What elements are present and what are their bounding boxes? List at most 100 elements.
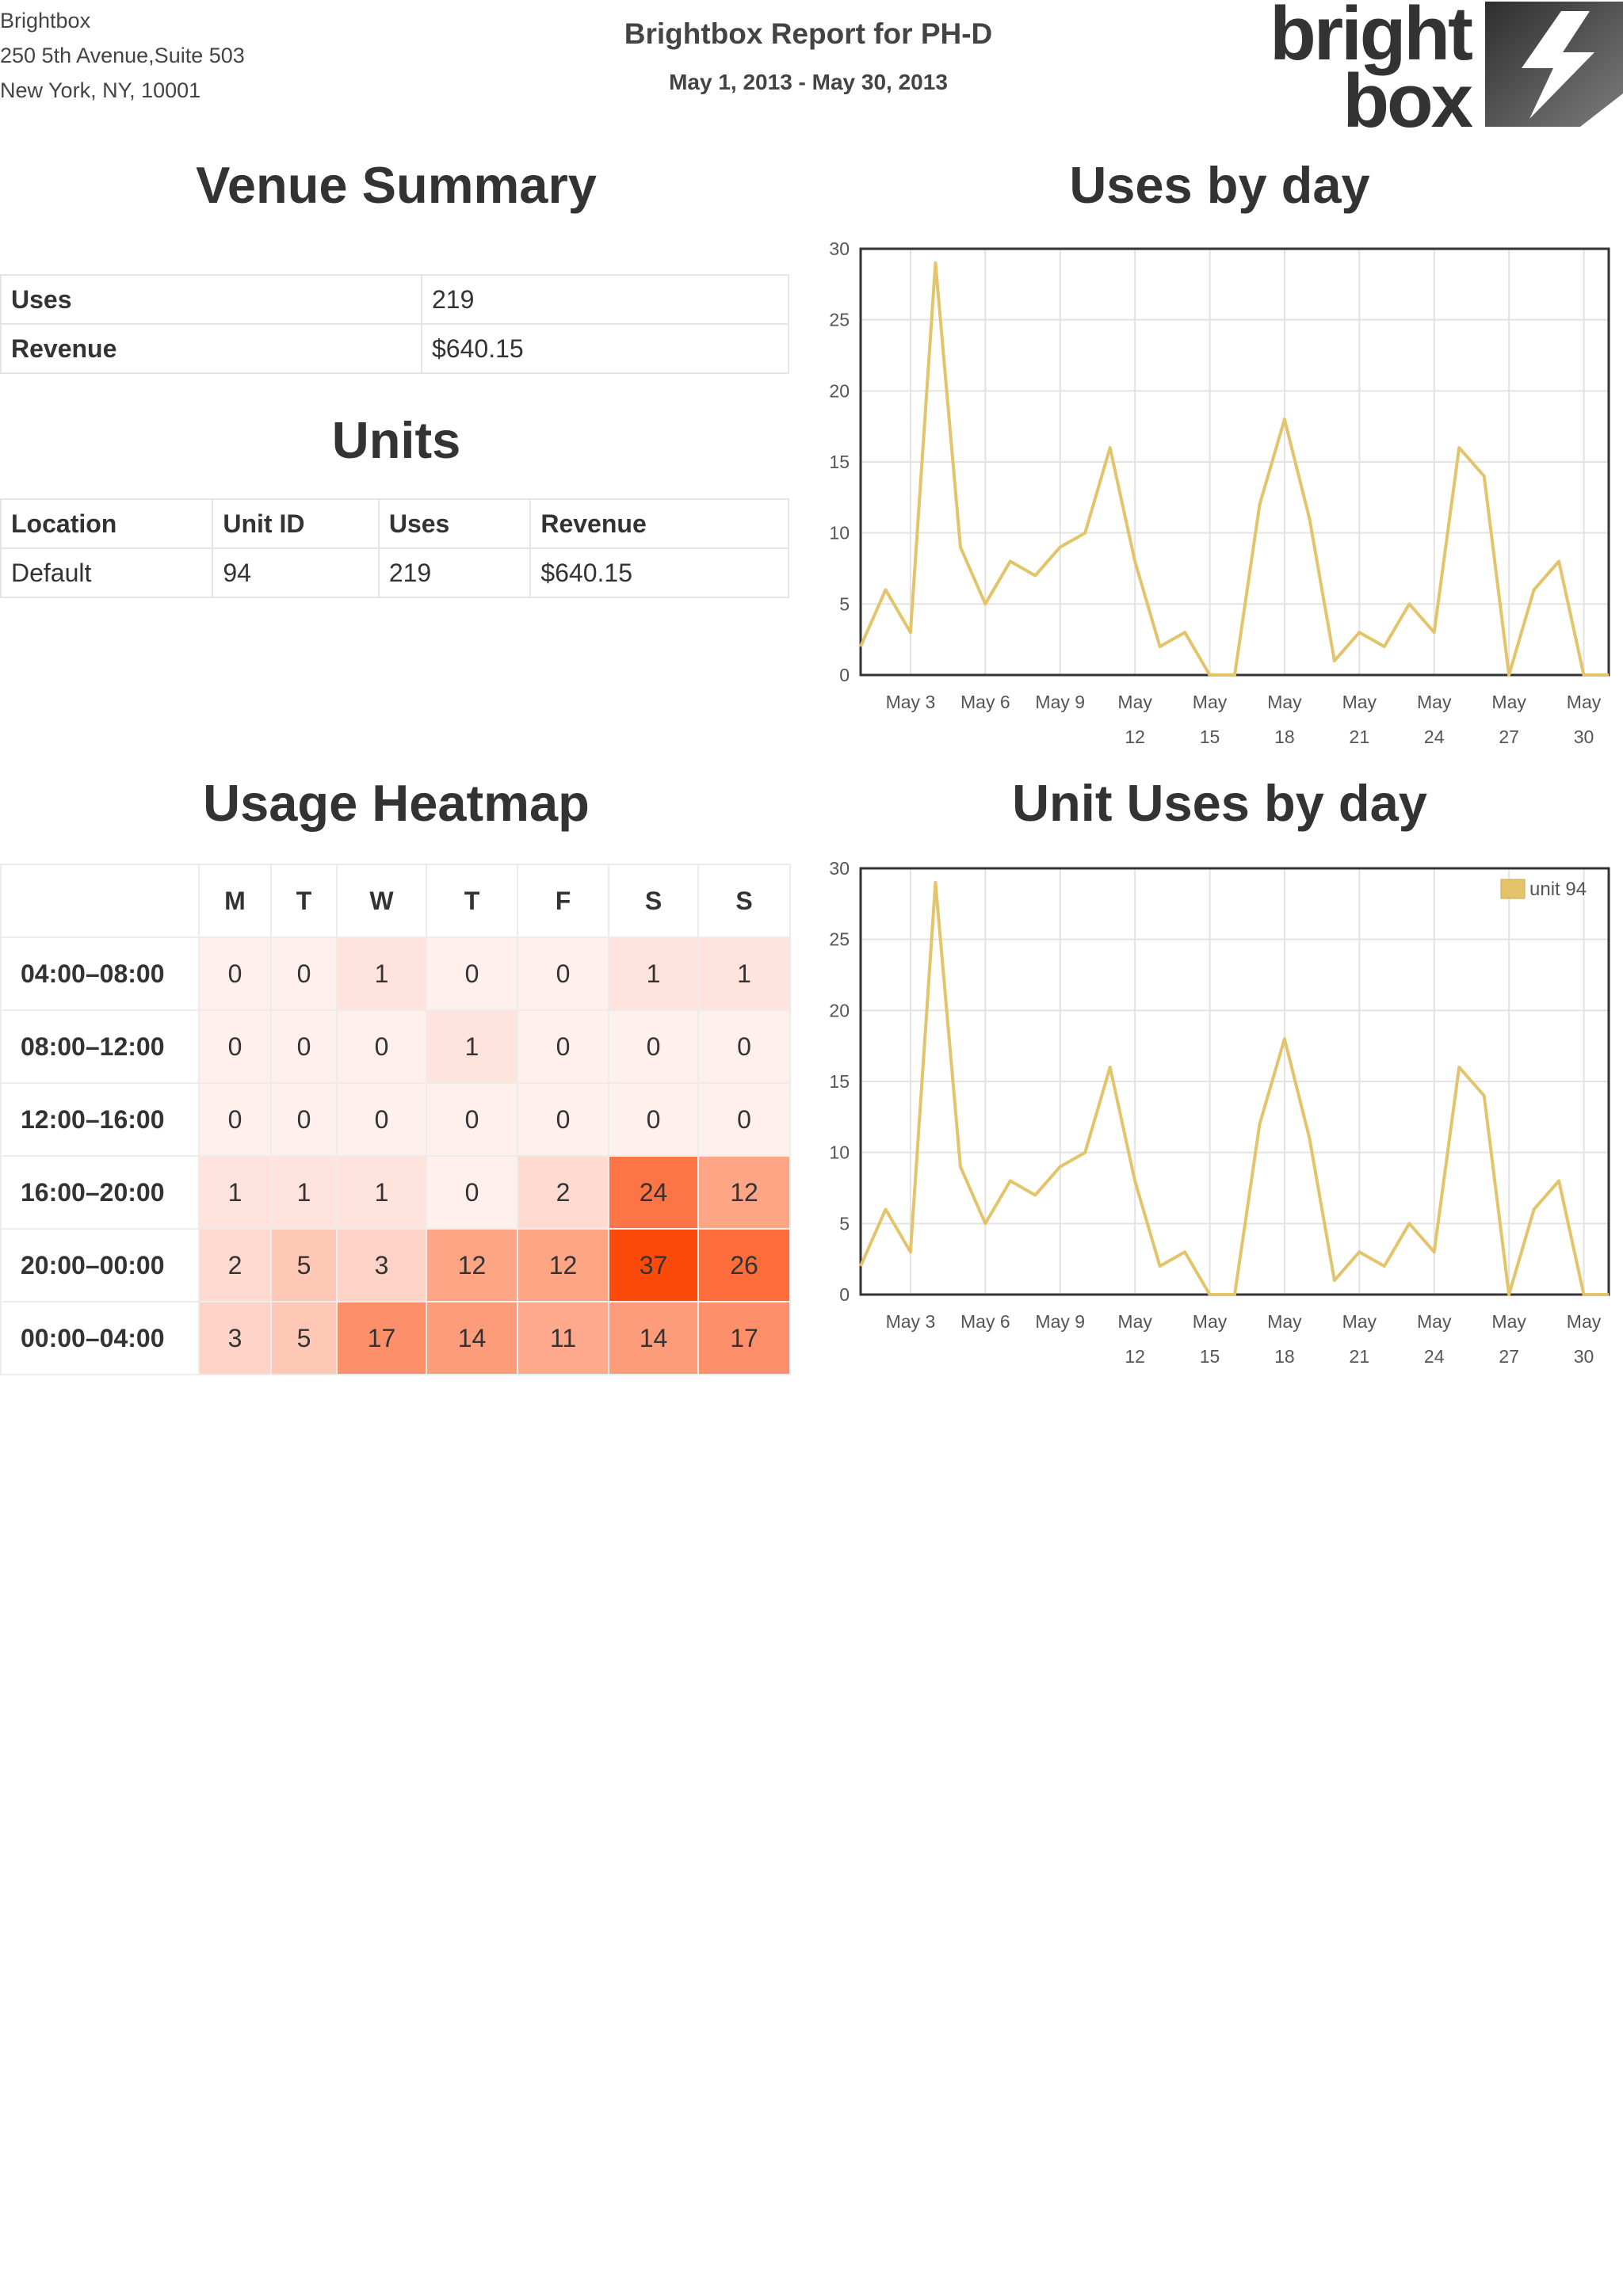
y-tick-label: 15	[829, 452, 850, 472]
x-tick-label: May 27	[1491, 692, 1526, 747]
legend-label: unit 94	[1529, 879, 1587, 900]
heatmap-cell: 26	[697, 1228, 791, 1302]
report-date-range: May 1, 2013 - May 30, 2013	[669, 70, 948, 94]
units-header-cell: Unit ID	[212, 498, 380, 549]
heatmap-cell: 11	[517, 1301, 609, 1375]
heatmap-time-label: 04:00–08:00	[0, 936, 200, 1011]
heatmap-time-label: 20:00–00:00	[0, 1228, 200, 1302]
units-row: Default 94 219 $640.15	[0, 547, 789, 598]
uses-by-day-chart: 0 5 10 15 20 25 30 May 3 May 6 May 9 May 12 May 15 May…	[829, 238, 1610, 747]
heatmap-cell: 3	[336, 1228, 427, 1302]
heatmap-day-header: T	[270, 864, 338, 938]
brightbox-logo: bright box	[1270, 0, 1623, 131]
heatmap-day-header: S	[608, 864, 699, 938]
y-tick-label: 25	[829, 310, 850, 330]
x-tick-label: May 18	[1267, 692, 1302, 747]
x-tick-label: May 9	[1035, 692, 1085, 712]
heatmap-cell: 1	[426, 1009, 518, 1084]
heatmap-cell: 0	[697, 1082, 791, 1157]
heatmap-cell: 0	[608, 1009, 699, 1084]
heatmap-day-header: M	[198, 864, 272, 938]
heatmap-cell: 1	[336, 936, 427, 1011]
heatmap-cell: 17	[336, 1301, 427, 1375]
heatmap-cell: 14	[608, 1301, 699, 1375]
heatmap-corner	[0, 864, 200, 938]
legend: unit 94	[1500, 879, 1587, 900]
heatmap-day-header: T	[426, 864, 518, 938]
venue-summary-table: Uses 219 Revenue $640.15	[0, 274, 789, 374]
heatmap-cell: 0	[426, 1082, 518, 1157]
heatmap-cell: 1	[270, 1155, 338, 1230]
heatmap-cell: 0	[198, 1082, 272, 1157]
heatmap-title: Usage Heatmap	[203, 774, 590, 832]
heatmap-cell: 0	[517, 1009, 609, 1084]
heatmap-row: 20:00–00:00 2 5 3 12 12 37 26	[0, 1228, 791, 1302]
heatmap-cell: 0	[336, 1082, 427, 1157]
units-cell: $640.15	[529, 547, 789, 598]
heatmap-cell: 1	[198, 1155, 272, 1230]
company-address: Brightbox 250 5th Avenue,Suite 503 New Y…	[0, 3, 245, 108]
heatmap-row: 08:00–12:00 0 0 0 1 0 0 0	[0, 1009, 791, 1084]
x-tick-label: May 21	[1342, 1311, 1377, 1367]
heatmap-cell: 0	[426, 936, 518, 1011]
units-cell: Default	[0, 547, 214, 598]
series-line	[859, 261, 1609, 677]
uses-by-day-title: Uses by day	[1069, 156, 1370, 214]
heatmap-cell: 3	[198, 1301, 272, 1375]
y-tick-label: 0	[839, 1284, 850, 1305]
heatmap-cell: 12	[426, 1228, 518, 1302]
series-line	[859, 880, 1609, 1296]
heatmap-cell: 5	[270, 1301, 338, 1375]
legend-swatch	[1500, 879, 1526, 899]
x-tick-label: May 15	[1193, 1311, 1228, 1367]
heatmap-cell: 2	[198, 1228, 272, 1302]
heatmap-cell: 12	[697, 1155, 791, 1230]
unit-uses-by-day-chart: 0 5 10 15 20 25 30 May 3 May 6 May 9 May 12 May 15 May…	[829, 858, 1610, 1367]
x-tick-label: May 27	[1491, 1311, 1526, 1367]
heatmap-cell: 0	[270, 1009, 338, 1084]
heatmap-cell: 0	[270, 936, 338, 1011]
report-title: Brightbox Report for PH-D	[624, 17, 993, 50]
x-tick-label: May 30	[1567, 1311, 1602, 1367]
heatmap-cell: 12	[517, 1228, 609, 1302]
venue-summary-label: Uses	[0, 274, 422, 325]
company-name: Brightbox	[0, 9, 91, 32]
heatmap-day-header: S	[697, 864, 791, 938]
venue-summary-value: 219	[421, 274, 789, 325]
units-cell: 219	[377, 547, 532, 598]
heatmap-cell: 0	[270, 1082, 338, 1157]
heatmap-cell: 37	[608, 1228, 699, 1302]
y-tick-label: 0	[839, 665, 850, 685]
units-header-cell: Uses	[377, 498, 532, 549]
x-tick-label: May 21	[1342, 692, 1377, 747]
heatmap-cell: 0	[697, 1009, 791, 1084]
x-tick-label: May 6	[960, 1311, 1010, 1332]
heatmap-cell: 0	[198, 1009, 272, 1084]
heatmap-row: 12:00–16:00 0 0 0 0 0 0 0	[0, 1082, 791, 1157]
heatmap-time-label: 12:00–16:00	[0, 1082, 200, 1157]
heatmap-cell: 0	[517, 1082, 609, 1157]
y-tick-label: 30	[829, 858, 850, 879]
usage-heatmap: MTWTFSS 04:00–08:00 0 0 1 0 0 1 1 08:00–12:00 0 0 0…	[0, 864, 791, 1375]
units-header-cell: Location	[0, 498, 214, 549]
heatmap-cell: 17	[697, 1301, 791, 1375]
address-line1: 250 5th Avenue,Suite 503	[0, 44, 245, 67]
heatmap-cell: 0	[517, 936, 609, 1011]
heatmap-cell: 24	[608, 1155, 699, 1230]
x-tick-label: May 24	[1417, 692, 1452, 747]
y-tick-label: 5	[839, 1213, 850, 1234]
venue-summary-label: Revenue	[0, 323, 422, 374]
y-tick-label: 5	[839, 593, 850, 614]
y-tick-label: 15	[829, 1071, 850, 1092]
venue-summary-value: $640.15	[421, 323, 789, 374]
venue-summary-title: Venue Summary	[196, 156, 597, 214]
x-tick-label: May 24	[1417, 1311, 1452, 1367]
x-tick-label: May 30	[1567, 692, 1602, 747]
x-tick-label: May 3	[886, 692, 936, 712]
heatmap-time-label: 16:00–20:00	[0, 1155, 200, 1230]
x-tick-label: May 6	[960, 692, 1010, 712]
x-tick-label: May 18	[1267, 1311, 1302, 1367]
heatmap-row: 04:00–08:00 0 0 1 0 0 1 1	[0, 936, 791, 1011]
unit-uses-by-day-title: Unit Uses by day	[1012, 774, 1427, 832]
heatmap-cell: 1	[608, 936, 699, 1011]
